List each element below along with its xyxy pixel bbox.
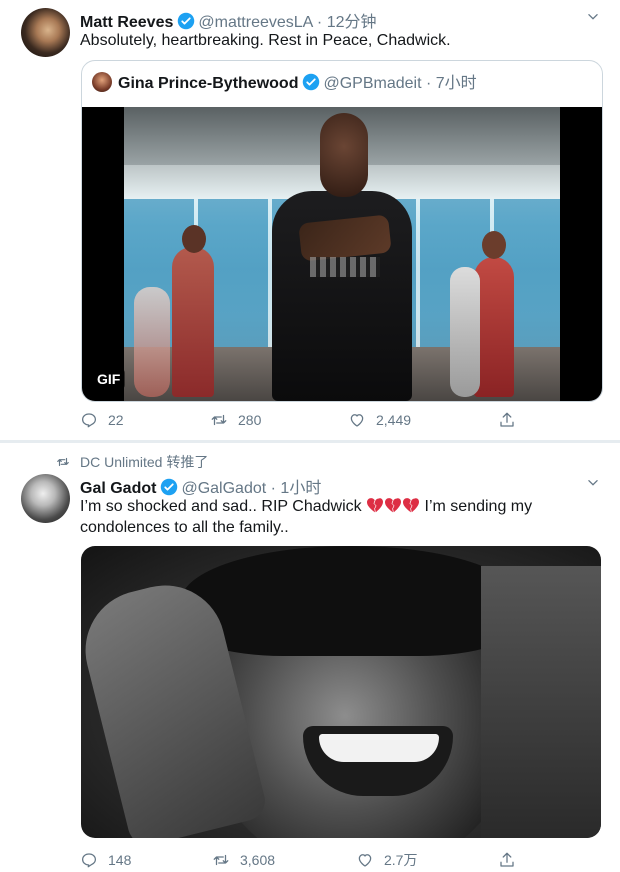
tweet-matt-reeves[interactable]: Matt Reeves @mattreevesLA · 12分钟 Absolute…	[0, 0, 620, 441]
retweet-context-text: DC Unlimited 转推了	[80, 454, 209, 470]
separator: ·	[270, 480, 276, 497]
tweet-divider	[0, 440, 620, 443]
like-icon	[350, 414, 364, 427]
quote-avatar	[92, 72, 112, 92]
author-handle[interactable]: @mattreevesLA	[198, 14, 312, 31]
avatar[interactable]	[21, 474, 70, 523]
reply-button[interactable]: 22	[80, 409, 124, 431]
retweet-count: 3,608	[240, 852, 276, 868]
share-icon	[500, 852, 514, 867]
retweet-icon	[57, 457, 69, 467]
gif-frame	[124, 107, 560, 401]
quote-timestamp: 7小时	[435, 75, 477, 92]
retweet-icon	[213, 854, 229, 866]
quote-author-name: Gina Prince-Bythewood	[118, 75, 299, 92]
reply-count: 148	[108, 852, 132, 868]
share-button[interactable]	[498, 849, 526, 871]
tweet-photo[interactable]	[81, 546, 601, 838]
chevron-down-icon[interactable]	[586, 10, 600, 24]
like-icon	[358, 854, 372, 867]
like-button[interactable]: 2,449	[348, 409, 411, 431]
share-button[interactable]	[498, 409, 526, 431]
retweet-icon	[211, 414, 227, 426]
quote-header: Gina Prince-Bythewood @GPBmadeit · 7小时	[92, 69, 477, 93]
chevron-down-icon[interactable]	[586, 476, 600, 490]
tweet-actions: 148 3,608 2.7万	[80, 849, 530, 871]
broken-heart-icon	[367, 498, 384, 513]
gif-media[interactable]: GIF	[82, 107, 602, 401]
reply-icon	[81, 853, 97, 868]
reply-count: 22	[108, 412, 124, 428]
quote-author-handle: @GPBmadeit	[323, 75, 422, 92]
retweet-context[interactable]: DC Unlimited 转推了	[56, 452, 208, 472]
retweet-count: 280	[238, 412, 262, 428]
verified-icon	[161, 478, 178, 496]
verified-icon	[303, 73, 320, 91]
tweet-text: I’m so shocked and sad.. RIP Chadwick I’…	[80, 496, 600, 538]
retweet-button[interactable]: 280	[210, 409, 261, 431]
reply-icon	[81, 413, 97, 428]
avatar[interactable]	[21, 8, 70, 57]
timestamp[interactable]: 12分钟	[327, 14, 377, 31]
quoted-tweet[interactable]: Gina Prince-Bythewood @GPBmadeit · 7小时 G…	[81, 60, 603, 402]
tweet-text: Absolutely, heartbreaking. Rest in Peace…	[80, 32, 451, 49]
author-name[interactable]: Matt Reeves	[80, 14, 173, 31]
tweet-text-line1-tail: I’m sending my	[424, 498, 533, 515]
share-icon	[500, 412, 514, 427]
separator: ·	[316, 14, 323, 31]
reply-button[interactable]: 148	[80, 849, 131, 871]
tweet-text-line2: condolences to all the family..	[80, 519, 289, 536]
tweet-header: Gal Gadot @GalGadot · 1小时	[80, 474, 321, 498]
tweet-text-line1: I’m so shocked and sad.. RIP Chadwick	[80, 498, 362, 515]
verified-icon	[178, 12, 195, 30]
author-name[interactable]: Gal Gadot	[80, 480, 156, 497]
gif-badge: GIF	[92, 369, 126, 389]
tweet-actions: 22 280 2,449	[80, 409, 530, 431]
like-count: 2.7万	[384, 852, 418, 868]
separator: ·	[425, 75, 432, 92]
like-button[interactable]: 2.7万	[356, 849, 417, 871]
broken-heart-icon	[385, 498, 402, 513]
like-count: 2,449	[376, 412, 412, 428]
author-handle[interactable]: @GalGadot	[181, 480, 266, 497]
timestamp[interactable]: 1小时	[280, 480, 321, 497]
broken-heart-icon	[403, 498, 420, 513]
retweet-button[interactable]: 3,608	[212, 849, 275, 871]
tweet-header: Matt Reeves @mattreevesLA · 12分钟	[80, 8, 377, 32]
